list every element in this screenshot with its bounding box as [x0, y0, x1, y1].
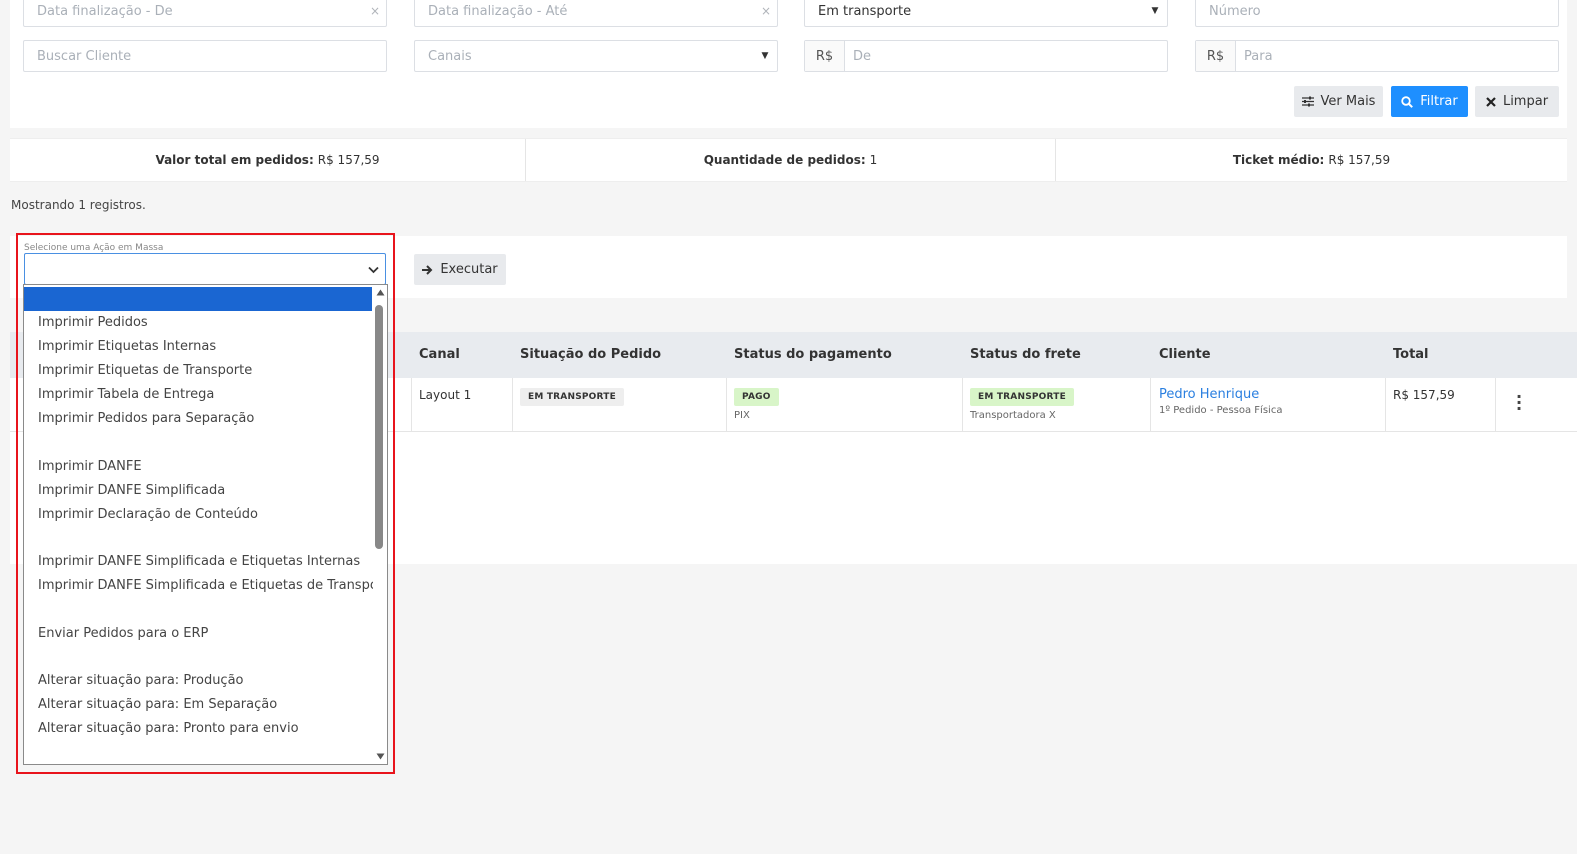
filter-label: Filtrar — [1420, 94, 1458, 109]
dropdown-option[interactable]: Alterar situação para: Pronto para envio — [24, 717, 374, 741]
header-shipping-status: Status do frete — [970, 347, 1081, 362]
dropdown-option[interactable]: Alterar situação para: Em Separação — [24, 693, 374, 717]
dropdown-option[interactable]: Imprimir DANFE Simplificada — [24, 479, 374, 503]
dropdown-option[interactable]: Imprimir Etiquetas de Transporte — [24, 359, 374, 383]
search-icon — [1401, 95, 1414, 108]
see-more-button[interactable]: Ver Mais — [1294, 86, 1383, 117]
client-placeholder: Buscar Cliente — [37, 48, 132, 64]
status-select[interactable]: Em transporte ▼ — [804, 0, 1168, 27]
dropdown-option[interactable]: Imprimir Tabela de Entrega — [24, 383, 374, 407]
scroll-up-icon[interactable] — [376, 289, 385, 296]
caret-down-icon: ▼ — [1151, 6, 1159, 16]
summary-ticket-label: Ticket médio: — [1232, 153, 1325, 167]
client-link[interactable]: Pedro Henrique — [1159, 387, 1259, 402]
date-to-placeholder: Data finalização - Até — [428, 3, 568, 19]
header-client: Cliente — [1159, 347, 1211, 362]
summary-ticket: Ticket médio: R$ 157,59 — [1056, 139, 1567, 181]
row-channel: Layout 1 — [419, 388, 472, 402]
value-from-placeholder: De — [853, 48, 872, 64]
clear-icon[interactable]: × — [755, 4, 777, 18]
number-input[interactable]: Número — [1195, 0, 1559, 27]
summary-total: Valor total em pedidos: R$ 157,59 — [10, 139, 526, 181]
summary-total-value: R$ 157,59 — [317, 153, 380, 167]
dropdown-option[interactable]: Imprimir DANFE — [24, 455, 374, 479]
currency-prefix: R$ — [805, 41, 845, 71]
value-to-placeholder: Para — [1244, 48, 1273, 64]
client-subtitle: 1º Pedido - Pessoa Física — [1159, 405, 1283, 416]
column-divider — [726, 378, 727, 432]
column-divider — [1150, 378, 1151, 432]
date-to-field[interactable]: Data finalização - Até × — [414, 0, 778, 27]
sliders-icon — [1301, 96, 1314, 107]
payment-status-badge: PAGO — [734, 388, 779, 406]
column-divider — [411, 378, 412, 432]
dropdown-option[interactable]: Alterar situação para: Produção — [24, 669, 374, 693]
clear-button[interactable]: Limpar — [1475, 86, 1559, 117]
dropdown-option[interactable]: Imprimir DANFE Simplificada e Etiquetas … — [24, 550, 374, 574]
dropdown-option[interactable]: Imprimir Declaração de Conteúdo — [24, 503, 374, 527]
header-channel: Canal — [419, 347, 460, 362]
execute-button[interactable]: Executar — [414, 254, 506, 285]
dropdown-option[interactable]: Imprimir Pedidos para Separação — [24, 407, 374, 431]
date-from-placeholder: Data finalização - De — [37, 3, 173, 19]
currency-prefix: R$ — [1196, 41, 1236, 71]
close-icon — [1486, 96, 1496, 107]
dropdown-option[interactable]: Imprimir DANFE Simplificada e Etiquetas … — [24, 574, 387, 598]
status-value: Em transporte — [818, 3, 912, 19]
client-search-input[interactable]: Buscar Cliente — [23, 40, 387, 72]
scrollbar-thumb[interactable] — [375, 305, 383, 549]
scroll-down-icon[interactable] — [376, 753, 385, 760]
number-placeholder: Número — [1209, 3, 1261, 19]
summary-bar: Valor total em pedidos: R$ 157,59 Quanti… — [10, 138, 1567, 182]
column-divider — [1385, 378, 1386, 432]
row-total: R$ 157,59 — [1393, 388, 1455, 402]
column-divider — [962, 378, 963, 432]
value-to-input[interactable]: R$ Para — [1195, 40, 1559, 72]
column-divider — [1495, 378, 1496, 432]
summary-count-value: 1 — [869, 153, 878, 167]
dropdown-selected-option[interactable] — [24, 287, 372, 311]
more-options-icon[interactable]: · · · — [1516, 389, 1522, 417]
column-divider — [512, 378, 513, 432]
header-order-status: Situação do Pedido — [520, 347, 662, 362]
filter-button[interactable]: Filtrar — [1391, 86, 1468, 117]
dropdown-scrollbar[interactable] — [373, 285, 387, 764]
carrier-name: Transportadora X — [970, 410, 1056, 421]
arrow-right-icon — [422, 264, 433, 275]
date-from-field[interactable]: Data finalização - De × — [23, 0, 387, 27]
value-from-input[interactable]: R$ De — [804, 40, 1168, 72]
see-more-label: Ver Mais — [1320, 94, 1376, 109]
channels-placeholder: Canais — [428, 48, 472, 64]
summary-count-label: Quantidade de pedidos: — [703, 153, 866, 167]
execute-label: Executar — [440, 262, 498, 277]
dropdown-option[interactable]: Imprimir Etiquetas Internas — [24, 335, 374, 359]
records-count-text: Mostrando 1 registros. — [11, 198, 146, 212]
payment-method: PIX — [734, 410, 750, 421]
channels-select[interactable]: Canais ▼ — [414, 40, 778, 72]
clear-icon[interactable]: × — [364, 4, 386, 18]
dropdown-option[interactable]: Imprimir Pedidos — [24, 311, 374, 335]
summary-count: Quantidade de pedidos: 1 — [526, 139, 1056, 181]
dropdown-option[interactable]: Enviar Pedidos para o ERP — [24, 622, 374, 646]
caret-down-icon: ▼ — [761, 51, 769, 61]
order-status-badge: EM TRANSPORTE — [520, 388, 624, 406]
mass-action-dropdown[interactable]: Imprimir Pedidos Imprimir Etiquetas Inte… — [23, 284, 388, 765]
shipping-status-badge: EM TRANSPORTE — [970, 388, 1074, 406]
summary-total-label: Valor total em pedidos: — [155, 153, 314, 167]
summary-ticket-value: R$ 157,59 — [1328, 153, 1391, 167]
header-total: Total — [1393, 347, 1429, 362]
header-payment-status: Status do pagamento — [734, 347, 892, 362]
clear-label: Limpar — [1502, 94, 1549, 109]
